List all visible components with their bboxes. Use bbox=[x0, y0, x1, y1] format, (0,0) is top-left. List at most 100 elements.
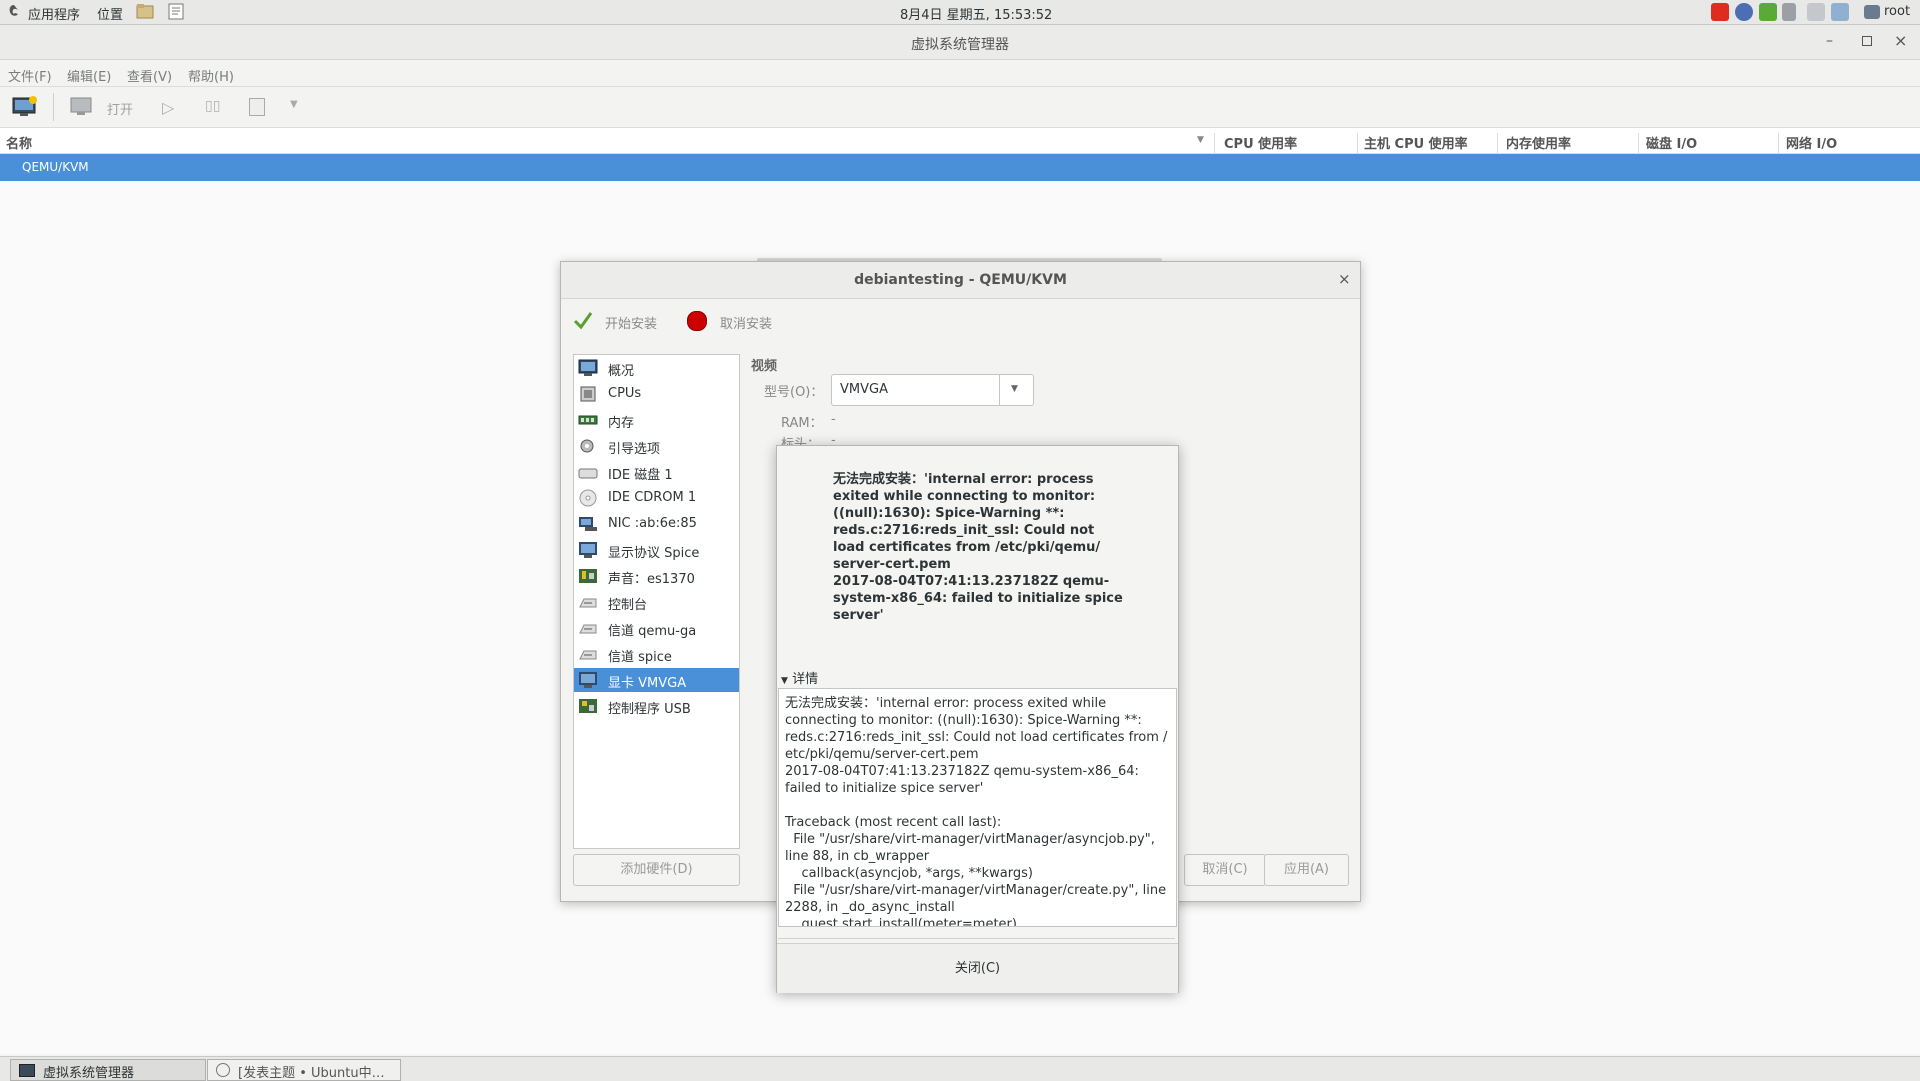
menu-edit[interactable]: 编辑(E) bbox=[67, 66, 111, 85]
details-textview[interactable]: 无法完成安装：'internal error: process exited w… bbox=[778, 688, 1177, 927]
menu-view[interactable]: 查看(V) bbox=[127, 66, 172, 85]
details-expander[interactable]: ▼ 详情 bbox=[781, 668, 818, 687]
pause-icon[interactable]: ▯▯ bbox=[205, 98, 220, 114]
checkmark-icon[interactable] bbox=[573, 310, 593, 330]
cancel-install-button[interactable]: 取消安装 bbox=[720, 313, 772, 332]
menu-help[interactable]: 帮助(H) bbox=[188, 66, 234, 85]
toolbar: 打开 ▷ ▯▯ ▼ bbox=[0, 87, 1920, 128]
ram-label: RAM： bbox=[781, 416, 823, 431]
keyboard-icon[interactable] bbox=[1807, 3, 1825, 21]
hardware-item[interactable]: 内存 bbox=[574, 408, 739, 432]
hardware-item-label: CPUs bbox=[608, 386, 642, 401]
hardware-list[interactable]: 概况 CPUs 内存引导选项 IDE 磁盘 1 IDE CDROM 1 NIC :ab:6… bbox=[573, 354, 740, 849]
hardware-item[interactable]: CPUs bbox=[574, 382, 739, 406]
menu-file[interactable]: 文件(F) bbox=[8, 66, 52, 85]
folder-icon[interactable] bbox=[136, 3, 154, 19]
taskbar-item-virt-manager[interactable]: 虚拟系统管理器 bbox=[10, 1059, 206, 1081]
drop-icon[interactable] bbox=[1735, 3, 1753, 21]
new-vm-icon[interactable] bbox=[12, 96, 38, 118]
gear-icon bbox=[578, 437, 598, 455]
close-dialog-button[interactable]: 关闭(C) bbox=[777, 943, 1178, 993]
pen-icon[interactable] bbox=[1831, 3, 1849, 21]
begin-install-button[interactable]: 开始安装 bbox=[605, 313, 657, 332]
details-text[interactable]: 无法完成安装：'internal error: process exited w… bbox=[785, 695, 1169, 926]
error-dialog: 无法完成安装：'internal error: process exited w… bbox=[776, 445, 1179, 993]
close-icon[interactable]: × bbox=[1894, 31, 1907, 50]
chevron-down-icon[interactable]: ▼ bbox=[1011, 384, 1018, 394]
menubar: 文件(F) 编辑(E) 查看(V) 帮助(H) bbox=[0, 60, 1920, 87]
dialog-title: debiantesting - QEMU/KVM bbox=[854, 272, 1067, 288]
battery-icon[interactable] bbox=[1759, 3, 1777, 21]
computer-icon[interactable] bbox=[1864, 5, 1880, 19]
hardware-item-label: 显示协议 Spice bbox=[608, 546, 700, 561]
open-console-icon[interactable] bbox=[70, 97, 92, 117]
maximize-icon[interactable] bbox=[1862, 36, 1872, 46]
serial-icon bbox=[578, 619, 598, 637]
hardware-item[interactable]: 声音：es1370 bbox=[574, 564, 739, 588]
hardware-item-label: 引导选项 bbox=[608, 442, 661, 457]
stop-icon[interactable] bbox=[687, 311, 707, 331]
serial-icon bbox=[578, 593, 598, 611]
hardware-item[interactable]: 控制程序 USB bbox=[574, 694, 739, 718]
network-icon bbox=[578, 515, 598, 533]
usb-controller-icon bbox=[578, 697, 598, 715]
hardware-item[interactable]: IDE CDROM 1 bbox=[574, 486, 739, 510]
text-editor-icon[interactable] bbox=[168, 3, 184, 20]
clock[interactable]: 8月4日 星期五, 15:53:52 bbox=[900, 4, 1052, 23]
model-select[interactable]: VMVGA ▼ bbox=[831, 374, 1034, 406]
hardware-item[interactable]: 显卡 VMVGA bbox=[574, 668, 739, 692]
add-hardware-button[interactable]: 添加硬件(D) bbox=[573, 854, 740, 886]
taskbar-item-label: 虚拟系统管理器 bbox=[43, 1066, 135, 1081]
column-divider bbox=[1638, 133, 1639, 153]
hardware-item[interactable]: NIC :ab:6e:85 bbox=[574, 512, 739, 536]
places-menu[interactable]: 位置 bbox=[97, 4, 123, 23]
ram-value: - bbox=[831, 412, 836, 427]
section-title: 视频 bbox=[751, 359, 778, 374]
taskbar: 虚拟系统管理器 [发表主题 • Ubuntu中… bbox=[0, 1056, 1920, 1081]
browser-icon bbox=[216, 1063, 230, 1077]
column-cpu[interactable]: CPU 使用率 bbox=[1224, 133, 1297, 152]
shutdown-icon[interactable] bbox=[249, 98, 265, 116]
column-disk-io[interactable]: 磁盘 I/O bbox=[1646, 133, 1697, 152]
hardware-item-label: 信道 spice bbox=[608, 650, 672, 665]
details-box-bottom bbox=[778, 926, 1175, 939]
apps-menu-icon[interactable] bbox=[8, 4, 20, 18]
sort-chevron-icon[interactable]: ▼ bbox=[1197, 135, 1204, 145]
column-name[interactable]: 名称 bbox=[6, 133, 32, 152]
hardware-item[interactable]: 信道 spice bbox=[574, 642, 739, 666]
weibo-icon[interactable] bbox=[1711, 3, 1729, 21]
cancel-button[interactable]: 取消(C) bbox=[1184, 854, 1266, 886]
disk-icon bbox=[578, 463, 598, 481]
minimize-icon[interactable]: – bbox=[1826, 33, 1833, 49]
chevron-down-icon[interactable]: ▼ bbox=[290, 99, 298, 110]
serial-icon bbox=[578, 645, 598, 663]
volume-icon[interactable] bbox=[1782, 3, 1796, 21]
hardware-item-label: 信道 qemu-ga bbox=[608, 624, 697, 639]
taskbar-item-browser[interactable]: [发表主题 • Ubuntu中… bbox=[207, 1059, 401, 1081]
column-network-io[interactable]: 网络 I/O bbox=[1786, 133, 1837, 152]
virt-manager-icon bbox=[19, 1064, 35, 1077]
column-host-cpu[interactable]: 主机 CPU 使用率 bbox=[1364, 133, 1468, 152]
close-icon[interactable]: × bbox=[1338, 270, 1351, 288]
hardware-item[interactable]: 引导选项 bbox=[574, 434, 739, 458]
dialog-titlebar: debiantesting - QEMU/KVM × bbox=[561, 262, 1360, 299]
model-value: VMVGA bbox=[840, 382, 888, 397]
column-memory[interactable]: 内存使用率 bbox=[1506, 133, 1571, 152]
hardware-item[interactable]: 概况 bbox=[574, 356, 739, 380]
hardware-item[interactable]: 控制台 bbox=[574, 590, 739, 614]
window-titlebar: 虚拟系统管理器 – × bbox=[0, 25, 1920, 60]
video-card-icon bbox=[578, 671, 598, 689]
hardware-item[interactable]: 信道 qemu-ga bbox=[574, 616, 739, 640]
hardware-item[interactable]: IDE 磁盘 1 bbox=[574, 460, 739, 484]
hardware-item[interactable]: 显示协议 Spice bbox=[574, 538, 739, 562]
column-divider bbox=[1214, 133, 1215, 153]
cdrom-icon bbox=[578, 489, 598, 507]
open-label[interactable]: 打开 bbox=[107, 99, 133, 118]
applications-menu[interactable]: 应用程序 bbox=[28, 4, 80, 23]
apply-button[interactable]: 应用(A) bbox=[1264, 854, 1349, 886]
top-panel: 应用程序 位置 8月4日 星期五, 15:53:52 root bbox=[0, 0, 1920, 25]
hardware-item-label: 概况 bbox=[608, 364, 635, 379]
play-icon[interactable]: ▷ bbox=[162, 98, 174, 117]
connection-row[interactable]: QEMU/KVM bbox=[0, 154, 1920, 181]
user-name[interactable]: root bbox=[1884, 4, 1910, 19]
